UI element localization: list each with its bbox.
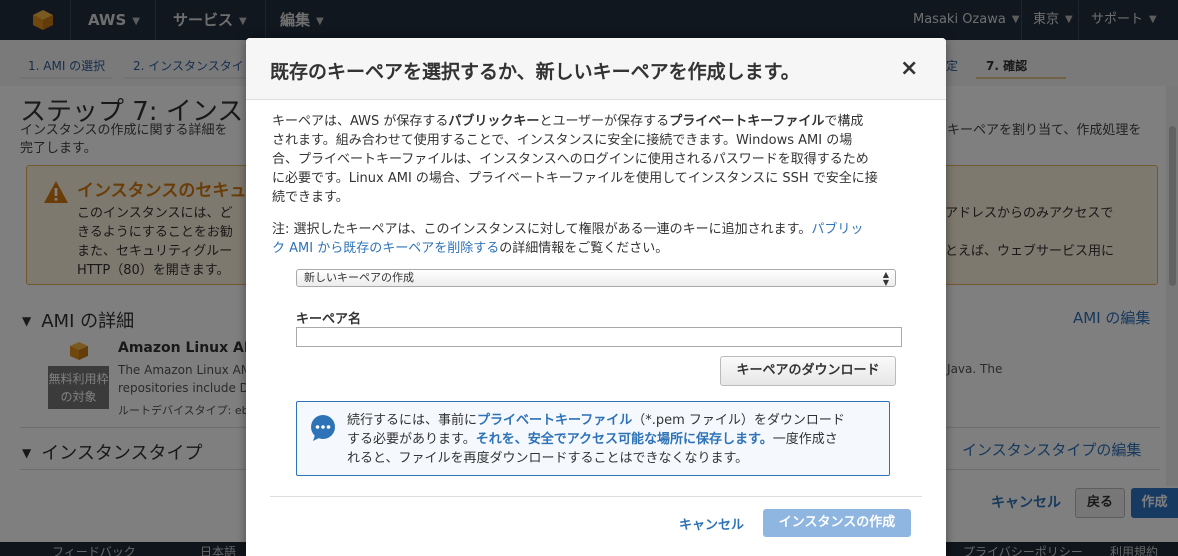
info-text: 続行するには、事前に xyxy=(347,413,478,428)
note-text: 注: 選択したキーペアは、このインスタンスに対して権限がある一連のキーに追加され… xyxy=(272,222,812,237)
dialog-footer-divider xyxy=(270,496,922,497)
keypair-option-select[interactable]: 新しいキーペアの作成 ▲ ▼ xyxy=(296,269,896,287)
launch-instances-button[interactable]: インスタンスの作成 xyxy=(763,509,911,537)
note-text: の詳細情報をご覧ください。 xyxy=(499,241,669,256)
keypair-name-label: キーペア名 xyxy=(296,312,362,327)
explanation-bold: プライベートキーファイル xyxy=(669,114,825,129)
dialog-header: 既存のキーペアを選択するか、新しいキーペアを作成します。 × xyxy=(246,38,946,100)
close-icon[interactable]: × xyxy=(900,58,918,80)
info-highlight: プライベートキーファイル xyxy=(477,413,633,428)
remove-keypair-link[interactable]: パブリッ xyxy=(811,222,863,237)
dialog-cancel-button[interactable]: キャンセル xyxy=(679,514,744,533)
explanation-text: で構成 xyxy=(824,114,864,129)
explanation-text: 続できます。 xyxy=(272,190,349,205)
download-keypair-button[interactable]: キーペアのダウンロード xyxy=(720,356,896,386)
download-info-text: 続行するには、事前にプライベートキーファイル（*.pem ファイル）をダウンロー… xyxy=(347,411,845,468)
keypair-option-value: 新しいキーペアの作成 xyxy=(304,271,414,284)
explanation-text: されます。組み合わせて使用することで、インスタンスに安全に接続できます。Wind… xyxy=(272,133,853,148)
download-info-box: 続行するには、事前にプライベートキーファイル（*.pem ファイル）をダウンロー… xyxy=(296,401,890,476)
select-arrows-icon: ▲ ▼ xyxy=(882,270,889,287)
select-keypair-dialog: 既存のキーペアを選択するか、新しいキーペアを作成します。 × キーペアは、AWS… xyxy=(246,38,946,556)
info-text: する必要があります。 xyxy=(347,432,476,447)
keypair-name-input[interactable] xyxy=(296,327,902,347)
keypair-explanation: キーペアは、AWS が保存するパブリックキーとユーザーが保存するプライベートキー… xyxy=(272,112,924,207)
info-text: れると、ファイルを再度ダウンロードすることはできなくなります。 xyxy=(347,451,749,466)
speech-bubble-icon xyxy=(311,415,335,441)
info-highlight: それを、安全でアクセス可能な場所に保存します。 xyxy=(475,432,773,447)
explanation-bold: パブリックキー xyxy=(448,114,540,129)
dialog-title: 既存のキーペアを選択するか、新しいキーペアを作成します。 xyxy=(270,61,800,83)
info-text: （*.pem ファイル）をダウンロード xyxy=(632,413,845,428)
explanation-text: キーペアは、AWS が保存する xyxy=(272,114,449,129)
explanation-text: 合、プライベートキーファイルは、インスタンスへのログインに使用されるパスワードを… xyxy=(272,152,869,167)
explanation-text: とユーザーが保存する xyxy=(539,114,670,129)
remove-keypair-link[interactable]: ク AMI から既存のキーペアを削除する xyxy=(272,241,499,256)
explanation-text: に必要です。Linux AMI の場合、プライベートキーファイルを使用してインス… xyxy=(272,171,878,186)
info-text: 一度作成さ xyxy=(772,432,838,447)
keypair-note: 注: 選択したキーペアは、このインスタンスに対して権限がある一連のキーに追加され… xyxy=(272,220,924,258)
